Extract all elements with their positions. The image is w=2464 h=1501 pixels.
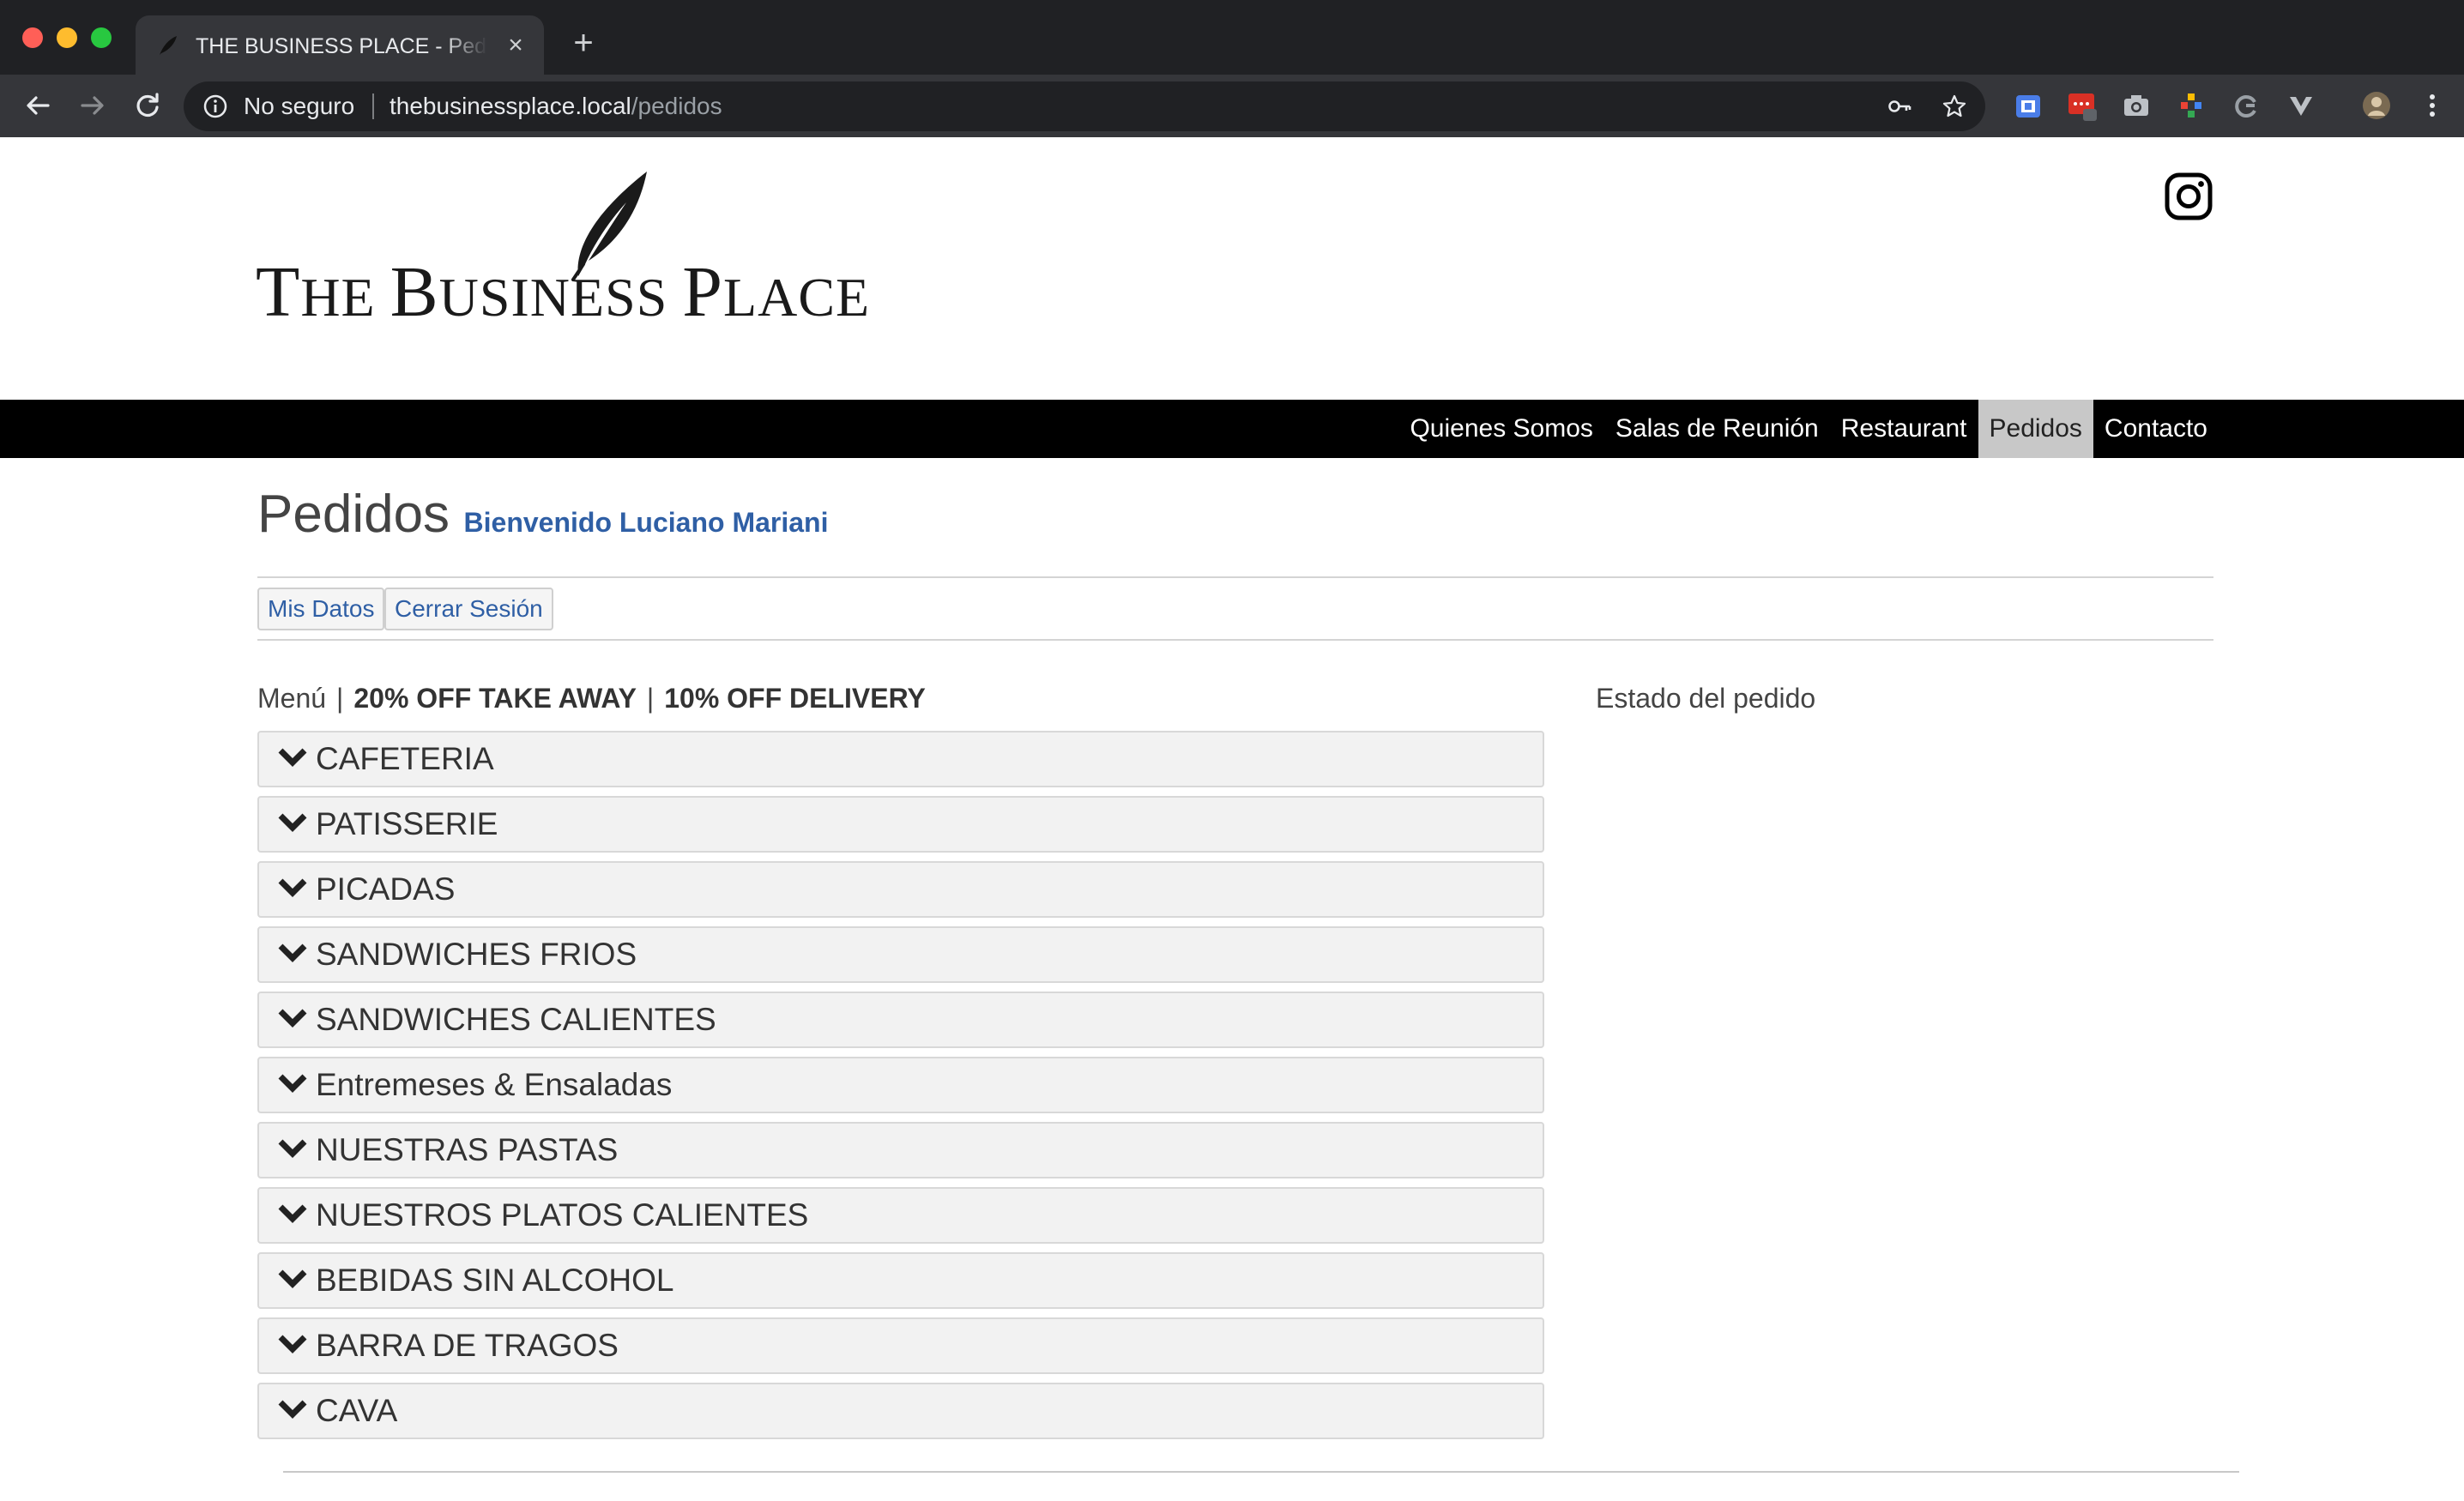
category-label: BEBIDAS SIN ALCOHOL — [316, 1263, 674, 1298]
chevron-down-icon — [278, 813, 307, 832]
promo-delivery: 10% OFF DELIVERY — [664, 683, 926, 714]
browser-menu-icon[interactable] — [2419, 90, 2445, 121]
category-patisserie[interactable]: PATISSERIE — [257, 796, 1544, 853]
category-label: NUESTROS PLATOS CALIENTES — [316, 1197, 809, 1233]
nav-item-salas-de-reunion[interactable]: Salas de Reunión — [1604, 400, 1830, 458]
instagram-icon[interactable] — [2164, 172, 2213, 221]
address-bar[interactable]: No seguro thebusinessplace.local/pedidos — [184, 81, 1985, 131]
chevron-down-icon — [278, 748, 307, 767]
reload-icon[interactable] — [129, 87, 166, 124]
menu-header: Menú | 20% OFF TAKE AWAY | 10% OFF DELIVERY — [257, 678, 926, 719]
promo-take-away: 20% OFF TAKE AWAY — [353, 683, 637, 714]
category-cava[interactable]: CAVA — [257, 1383, 1544, 1439]
web-page: THE BUSINESS PLACE Quienes Somos Salas d… — [0, 137, 2464, 1501]
todo-extension-icon[interactable] — [2066, 90, 2097, 121]
chevron-down-icon — [278, 1400, 307, 1419]
camera-extension-icon[interactable] — [2121, 90, 2152, 121]
menu-separator: | — [336, 683, 344, 714]
nav-item-restaurant[interactable]: Restaurant — [1830, 400, 1978, 458]
category-label: NUESTRAS PASTAS — [316, 1132, 619, 1167]
key-icon[interactable] — [1886, 93, 1913, 120]
page-title: Pedidos — [257, 485, 450, 544]
nav-item-pedidos[interactable]: Pedidos — [1978, 400, 2093, 458]
chevron-down-icon — [278, 1009, 307, 1028]
logo-letter-b: B — [390, 252, 439, 332]
nav-menu: Quienes Somos Salas de Reunión Restauran… — [1398, 400, 2219, 458]
category-nuestras-pastas[interactable]: NUESTRAS PASTAS — [257, 1122, 1544, 1178]
url-path: /pedidos — [631, 93, 722, 119]
chevron-down-icon — [278, 1335, 307, 1353]
chevron-down-icon — [278, 943, 307, 962]
minimize-window-button[interactable] — [57, 27, 77, 48]
chevron-down-icon — [278, 1204, 307, 1223]
logo-letter-t: T — [256, 252, 301, 332]
category-bebidas-sin-alcohol[interactable]: BEBIDAS SIN ALCOHOL — [257, 1252, 1544, 1309]
vimium-extension-icon[interactable] — [2286, 90, 2316, 121]
google-apps-extension-icon[interactable] — [2176, 90, 2207, 121]
chevron-down-icon — [278, 1269, 307, 1288]
footer-divider — [283, 1471, 2239, 1473]
maximize-window-button[interactable] — [91, 27, 112, 48]
forward-icon[interactable] — [74, 87, 112, 124]
category-sandwiches-calientes[interactable]: SANDWICHES CALIENTES — [257, 992, 1544, 1048]
order-status-title: Estado del pedido — [1596, 683, 1816, 714]
promo-separator: | — [646, 683, 655, 714]
feather-favicon-icon — [160, 36, 177, 55]
nav-item-quienes-somos[interactable]: Quienes Somos — [1398, 400, 1603, 458]
back-icon[interactable] — [19, 87, 57, 124]
chevron-down-icon — [278, 1139, 307, 1158]
info-icon[interactable] — [202, 93, 228, 119]
site-logo[interactable]: THE BUSINESS PLACE — [256, 168, 976, 331]
browser-titlebar: THE BUSINESS PLACE - Pedidos × + — [0, 0, 2464, 75]
chevron-down-icon — [278, 1074, 307, 1093]
category-label: CAFETERIA — [316, 741, 494, 776]
category-picadas[interactable]: PICADAS — [257, 861, 1544, 918]
logo-word-he: HE — [300, 267, 390, 328]
divider-top — [257, 576, 2213, 578]
category-barra-de-tragos[interactable]: BARRA DE TRAGOS — [257, 1317, 1544, 1374]
browser-tab[interactable]: THE BUSINESS PLACE - Pedidos × — [136, 15, 544, 75]
menu-label: Menú — [257, 683, 327, 714]
divider-bottom — [257, 639, 2213, 641]
category-label: SANDWICHES FRIOS — [316, 937, 637, 972]
chevron-down-icon — [278, 878, 307, 897]
calendar-extension-icon[interactable] — [2013, 90, 2044, 121]
category-sandwiches-frios[interactable]: SANDWICHES FRIOS — [257, 926, 1544, 983]
logo-wordmark: THE BUSINESS PLACE — [256, 254, 976, 336]
browser-toolbar: No seguro thebusinessplace.local/pedidos… — [0, 75, 2464, 197]
category-entremeses-ensaladas[interactable]: Entremeses & Ensaladas — [257, 1057, 1544, 1113]
logo-letter-p: P — [682, 252, 723, 332]
new-tab-button[interactable]: + — [566, 26, 601, 60]
profile-avatar-icon[interactable] — [2361, 90, 2392, 121]
category-label: Entremeses & Ensaladas — [316, 1067, 673, 1102]
cerrar-sesion-button[interactable]: Cerrar Sesión — [384, 588, 553, 630]
category-label: BARRA DE TRAGOS — [316, 1328, 619, 1363]
category-cafeteria[interactable]: CAFETERIA — [257, 731, 1544, 787]
page-heading: Pedidos Bienvenido Luciano Mariani — [257, 480, 828, 549]
sync-extension-icon[interactable] — [2231, 90, 2262, 121]
logo-word-usiness: USINESS — [438, 267, 683, 328]
address-separator — [372, 93, 374, 119]
close-tab-icon[interactable]: × — [503, 33, 528, 58]
mis-datos-button[interactable]: Mis Datos — [257, 588, 385, 630]
category-nuestros-platos-calientes[interactable]: NUESTROS PLATOS CALIENTES — [257, 1187, 1544, 1244]
url-text[interactable]: thebusinessplace.local/pedidos — [390, 92, 722, 121]
category-label: PATISSERIE — [316, 806, 498, 841]
category-label: SANDWICHES CALIENTES — [316, 1002, 716, 1037]
category-label: PICADAS — [316, 871, 456, 907]
url-host: thebusinessplace.local — [390, 93, 631, 119]
bookmark-star-icon[interactable] — [1941, 93, 1968, 120]
welcome-message: Bienvenido Luciano Mariani — [463, 507, 829, 538]
nav-item-contacto[interactable]: Contacto — [2093, 400, 2219, 458]
category-label: CAVA — [316, 1393, 398, 1428]
tab-title: THE BUSINESS PLACE - Pedidos — [196, 34, 487, 58]
main-navbar: Quienes Somos Salas de Reunión Restauran… — [0, 400, 2464, 458]
close-window-button[interactable] — [22, 27, 43, 48]
security-status: No seguro — [244, 93, 355, 119]
logo-word-lace: LACE — [723, 267, 871, 328]
